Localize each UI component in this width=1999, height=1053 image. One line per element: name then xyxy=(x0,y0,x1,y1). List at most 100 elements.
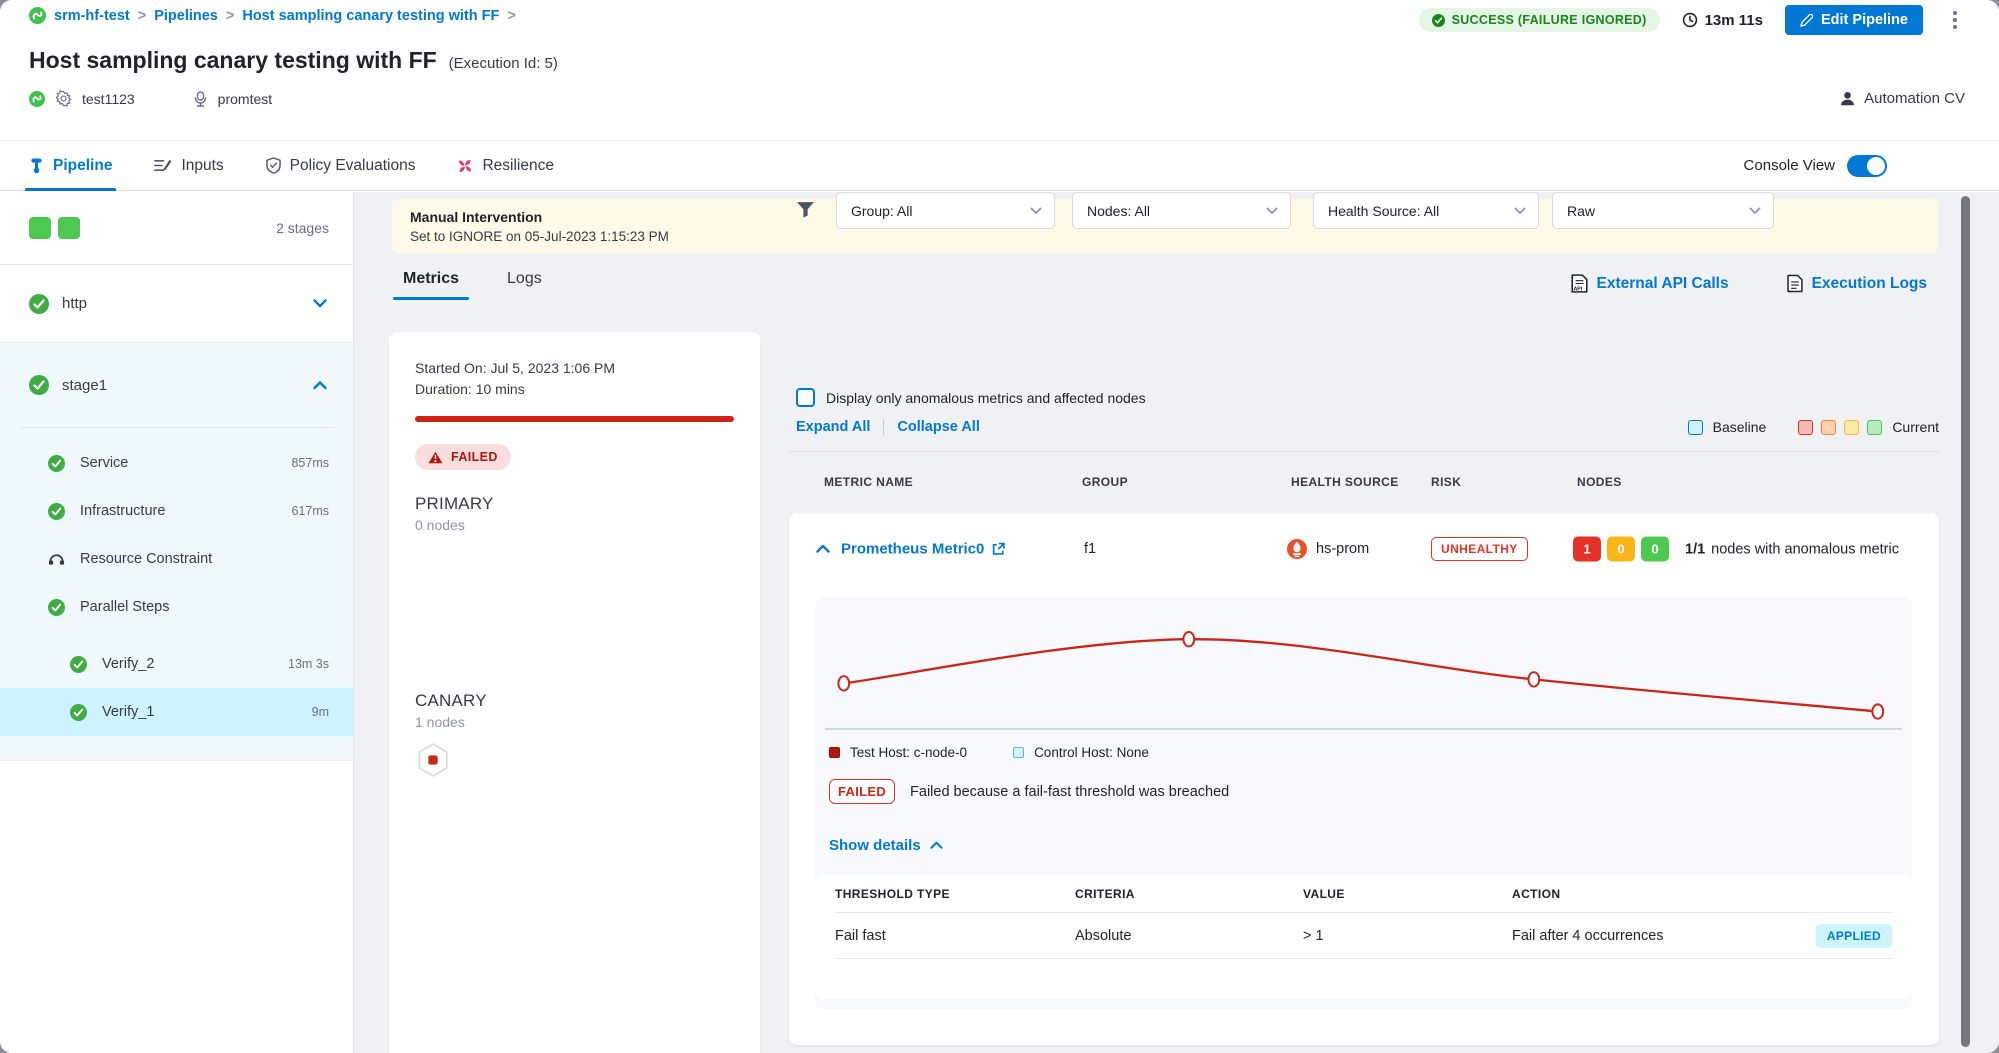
current-swatch-yellow xyxy=(1844,420,1859,435)
tab-resilience-label: Resilience xyxy=(482,157,554,175)
health-source-filter-dropdown[interactable]: Health Source: All xyxy=(1313,192,1539,229)
main-area: 2 stages http stage1 Service 857ms xyxy=(0,192,1999,1053)
threshold-table-header: THRESHOLD TYPE CRITERIA VALUE ACTION xyxy=(835,875,1892,913)
warning-node-count: 0 xyxy=(1607,537,1635,562)
tab-pipeline[interactable]: Pipeline xyxy=(29,141,112,190)
metric-chart xyxy=(821,603,1906,737)
sidebar-stage-http[interactable]: http xyxy=(0,265,353,343)
prometheus-icon xyxy=(1287,539,1307,559)
step-label: Resource Constraint xyxy=(80,551,212,567)
applied-badge: APPLIED xyxy=(1816,924,1892,948)
anomalous-checkbox-label: Display only anomalous metrics and affec… xyxy=(826,390,1146,406)
data-type-dropdown[interactable]: Raw xyxy=(1552,192,1774,229)
health-source-filter-value: Health Source: All xyxy=(1328,203,1439,219)
stage-summary: 2 stages xyxy=(0,192,353,265)
canary-group-label: CANARY xyxy=(415,691,734,711)
pipeline-execution-page: srm-hf-test > Pipelines > Host sampling … xyxy=(0,0,1999,1053)
gear-icon xyxy=(55,90,72,107)
data-type-value: Raw xyxy=(1567,203,1595,219)
step-service[interactable]: Service 857ms xyxy=(0,439,353,487)
console-view-toggle[interactable] xyxy=(1847,155,1887,177)
started-on: Started On: Jul 5, 2023 1:06 PM xyxy=(415,358,734,379)
vertical-scrollbar[interactable] xyxy=(1961,196,1970,1047)
tab-inputs[interactable]: Inputs xyxy=(154,141,223,190)
service-name[interactable]: test1123 xyxy=(82,91,135,107)
canary-node-hexagon[interactable] xyxy=(415,742,451,778)
current-swatch-green xyxy=(1867,420,1882,435)
metric-health-source: hs-prom xyxy=(1287,539,1369,559)
environment-name[interactable]: promtest xyxy=(218,91,272,107)
page-header: srm-hf-test > Pipelines > Host sampling … xyxy=(0,0,1999,140)
threshold-action-cell: Fail after 4 occurrences APPLIED xyxy=(1512,924,1892,948)
nodes-filter-value: Nodes: All xyxy=(1087,203,1150,219)
stage-square-icon xyxy=(58,217,80,239)
expand-all-link[interactable]: Expand All xyxy=(796,419,870,435)
stage-square-icon xyxy=(29,217,51,239)
stage-http-label: http xyxy=(62,295,87,312)
chevron-down-icon[interactable] xyxy=(313,299,327,308)
col-criteria: CRITERIA xyxy=(1075,887,1303,901)
nodes-filter-dropdown[interactable]: Nodes: All xyxy=(1072,192,1291,229)
breadcrumb-separator: > xyxy=(226,8,234,24)
metric-card: Prometheus Metric0 f1 hs-prom UNHEALTHY … xyxy=(789,513,1939,1045)
breadcrumb-separator: > xyxy=(138,8,146,24)
step-parallel-steps[interactable]: Parallel Steps xyxy=(0,583,353,631)
threshold-table: THRESHOLD TYPE CRITERIA VALUE ACTION Fai… xyxy=(815,875,1912,999)
external-link-icon xyxy=(992,543,1005,556)
step-label: Parallel Steps xyxy=(80,599,169,615)
resource-constraint-icon xyxy=(48,552,65,566)
clock-icon xyxy=(1682,12,1698,28)
node-ratio-note: nodes with anomalous metric xyxy=(1711,541,1899,557)
breadcrumb-pipelines[interactable]: Pipelines xyxy=(154,8,218,24)
breadcrumb-pipeline-name[interactable]: Host sampling canary testing with FF xyxy=(242,8,499,24)
chart-color-legend: Baseline Current xyxy=(1688,419,1939,435)
stage-count: 2 stages xyxy=(276,220,329,236)
edit-pipeline-button[interactable]: Edit Pipeline xyxy=(1785,5,1923,35)
success-check-icon xyxy=(29,375,49,395)
show-details-label: Show details xyxy=(829,837,921,854)
filter-icon xyxy=(796,201,815,218)
col-nodes: NODES xyxy=(1577,475,1622,489)
tab-policy-evaluations[interactable]: Policy Evaluations xyxy=(266,141,416,190)
metric-name-text: Prometheus Metric0 xyxy=(841,541,984,558)
chevron-up-icon xyxy=(930,841,943,850)
user-icon xyxy=(1839,90,1856,107)
header-actions: SUCCESS (FAILURE IGNORED) 13m 11s Edit P… xyxy=(1419,5,1965,35)
success-check-icon xyxy=(48,599,65,616)
show-details-link[interactable]: Show details xyxy=(829,837,943,854)
step-resource-constraint[interactable]: Resource Constraint xyxy=(0,535,353,583)
test-host-label: Test Host: c-node-0 xyxy=(850,745,967,760)
sidebar-stage1-block: stage1 Service 857ms Infrastructure 617m… xyxy=(0,343,353,761)
breadcrumb-project[interactable]: srm-hf-test xyxy=(54,8,130,24)
risk-badge: UNHEALTHY xyxy=(1431,537,1528,561)
resilience-icon xyxy=(457,158,473,174)
chevron-up-icon[interactable] xyxy=(313,381,327,390)
chevron-down-icon xyxy=(1266,207,1278,215)
sidebar-stage-stage1[interactable]: stage1 xyxy=(0,343,353,427)
anomalous-checkbox[interactable] xyxy=(796,388,815,407)
threshold-row: Fail fast Absolute > 1 Fail after 4 occu… xyxy=(835,913,1892,959)
collapse-all-link[interactable]: Collapse All xyxy=(897,419,979,435)
metric-name-link[interactable]: Prometheus Metric0 xyxy=(841,541,1005,558)
more-options-menu[interactable] xyxy=(1945,5,1965,35)
anomalous-filter-row: Display only anomalous metrics and affec… xyxy=(796,388,1146,407)
success-check-icon xyxy=(70,704,87,721)
stage-stage1-label: stage1 xyxy=(62,377,107,394)
step-label: Verify_1 xyxy=(102,704,154,720)
edit-pipeline-label: Edit Pipeline xyxy=(1821,12,1908,28)
step-verify-1[interactable]: Verify_1 9m xyxy=(0,688,353,736)
baseline-legend-label: Baseline xyxy=(1713,419,1767,435)
tab-logs[interactable]: Logs xyxy=(507,270,542,300)
group-filter-dropdown[interactable]: Group: All xyxy=(836,192,1055,229)
step-label: Verify_2 xyxy=(102,656,154,672)
collapse-metric-chevron-up-icon[interactable] xyxy=(816,545,830,554)
metrics-table-header: METRIC NAME GROUP HEALTH SOURCE RISK NOD… xyxy=(789,475,1939,495)
threshold-action-value: Fail after 4 occurrences xyxy=(1512,928,1664,944)
step-infrastructure[interactable]: Infrastructure 617ms xyxy=(0,487,353,535)
current-legend-label: Current xyxy=(1892,419,1939,435)
step-verify-2[interactable]: Verify_2 13m 3s xyxy=(0,640,353,688)
tab-metrics[interactable]: Metrics xyxy=(403,270,459,300)
tab-policy-evaluations-label: Policy Evaluations xyxy=(290,157,416,175)
tab-resilience[interactable]: Resilience xyxy=(457,141,554,190)
col-health-source: HEALTH SOURCE xyxy=(1291,475,1399,489)
